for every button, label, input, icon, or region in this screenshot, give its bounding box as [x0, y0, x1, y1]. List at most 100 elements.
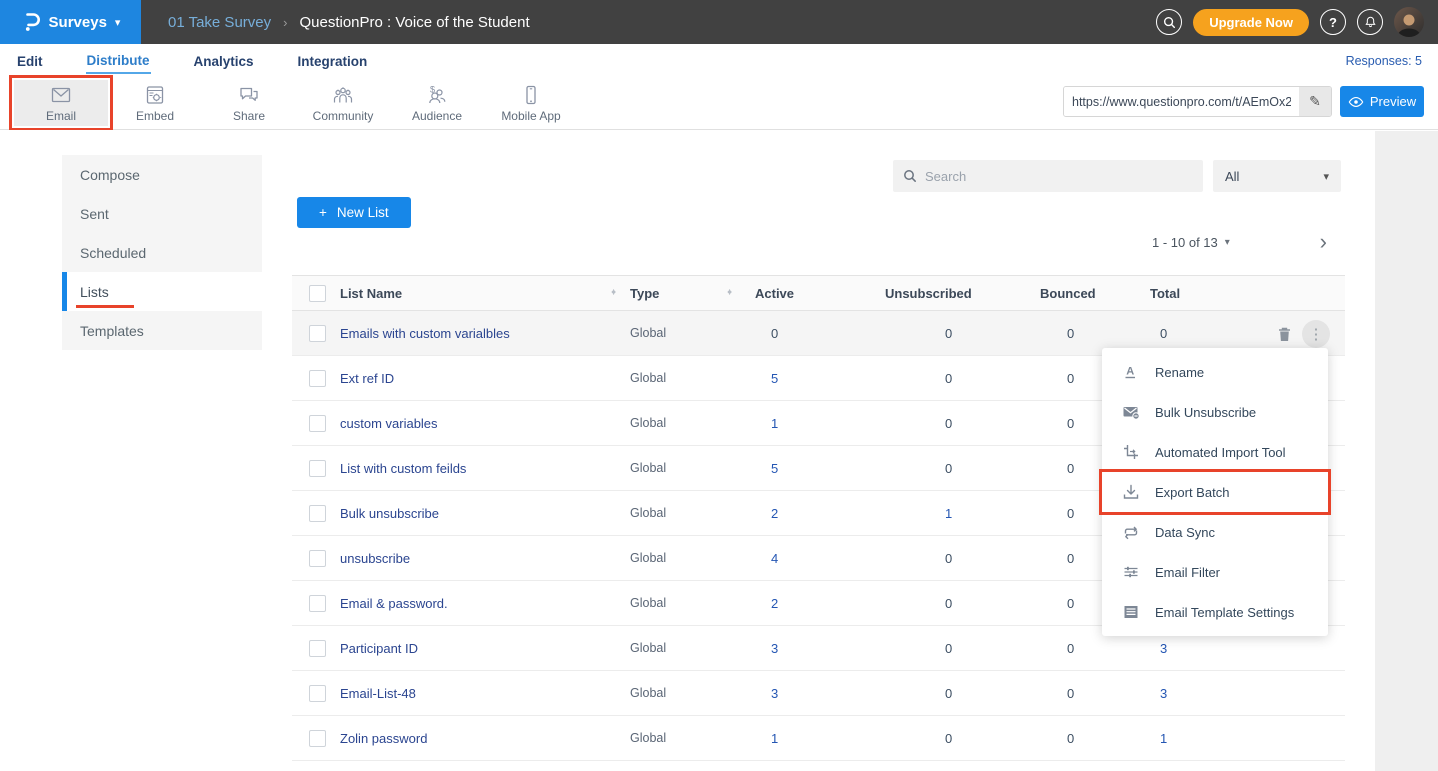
unsubscribed-count[interactable]: 0: [877, 461, 1032, 476]
list-type: Global: [627, 506, 747, 520]
list-name-link[interactable]: unsubscribe: [340, 551, 627, 566]
breadcrumb-separator-icon: ›: [283, 15, 287, 30]
unsubscribed-count[interactable]: 0: [877, 596, 1032, 611]
active-count[interactable]: 1: [747, 731, 877, 746]
toolbar-item-audience[interactable]: $ Audience: [390, 80, 484, 126]
list-name-link[interactable]: Participant ID: [340, 641, 627, 656]
menu-item-email-template-settings[interactable]: Email Template Settings: [1102, 592, 1328, 632]
unsubscribed-count[interactable]: 0: [877, 731, 1032, 746]
bounced-count[interactable]: 0: [1032, 326, 1142, 341]
unsubscribed-count[interactable]: 0: [877, 641, 1032, 656]
total-count[interactable]: 3: [1142, 686, 1345, 701]
menu-item-email-filter[interactable]: Email Filter: [1102, 552, 1328, 592]
row-menu-button[interactable]: ⋮: [1302, 320, 1330, 348]
list-name-link[interactable]: Email & password.: [340, 596, 627, 611]
row-checkbox[interactable]: [309, 370, 326, 387]
sidebar-item-label: Lists: [80, 284, 109, 300]
menu-item-automated-import-tool[interactable]: Automated Import Tool: [1102, 432, 1328, 472]
active-count[interactable]: 5: [747, 461, 877, 476]
notifications-button[interactable]: [1357, 9, 1383, 35]
active-count[interactable]: 4: [747, 551, 877, 566]
tab-analytics[interactable]: Analytics: [193, 49, 255, 73]
toolbar-item-community[interactable]: Community: [296, 80, 390, 126]
row-checkbox[interactable]: [309, 595, 326, 612]
active-count[interactable]: 1: [747, 416, 877, 431]
toolbar-item-email[interactable]: Email: [14, 80, 108, 126]
menu-item-bulk-unsubscribe[interactable]: Bulk Unsubscribe: [1102, 392, 1328, 432]
list-filter-dropdown[interactable]: All ▾: [1213, 160, 1341, 192]
questionpro-logo-icon: [21, 11, 41, 33]
toolbar-item-embed[interactable]: Embed: [108, 80, 202, 126]
row-checkbox[interactable]: [309, 550, 326, 567]
search-input[interactable]: [925, 169, 1193, 184]
unsubscribed-count[interactable]: 0: [877, 326, 1032, 341]
menu-item-data-sync[interactable]: Data Sync: [1102, 512, 1328, 552]
sidebar-item-templates[interactable]: Templates: [62, 311, 262, 350]
list-name-link[interactable]: Emails with custom varialbles: [340, 326, 627, 341]
breadcrumb-survey-link[interactable]: 01 Take Survey: [168, 14, 271, 31]
active-count[interactable]: 3: [747, 641, 877, 656]
total-count[interactable]: 1: [1142, 731, 1345, 746]
survey-url-input[interactable]: [1064, 87, 1299, 116]
upgrade-now-button[interactable]: Upgrade Now: [1193, 9, 1309, 36]
row-checkbox[interactable]: [309, 415, 326, 432]
delete-list-button[interactable]: [1273, 323, 1295, 345]
unsubscribed-count[interactable]: 0: [877, 416, 1032, 431]
select-all-checkbox[interactable]: [309, 285, 326, 302]
row-checkbox[interactable]: [309, 685, 326, 702]
row-checkbox[interactable]: [309, 325, 326, 342]
menu-item-label: Email Filter: [1155, 565, 1220, 580]
toolbar-item-mobile-app[interactable]: Mobile App: [484, 80, 578, 126]
user-avatar[interactable]: [1394, 7, 1424, 37]
bounced-count[interactable]: 0: [1032, 686, 1142, 701]
help-button[interactable]: ?: [1320, 9, 1346, 35]
active-count[interactable]: 0: [747, 326, 877, 341]
active-count[interactable]: 2: [747, 596, 877, 611]
unsubscribed-count[interactable]: 1: [877, 506, 1032, 521]
sidebar-item-label: Sent: [80, 206, 109, 222]
sidebar-item-label: Scheduled: [80, 245, 146, 261]
column-header-list-name[interactable]: List Name ▲▼: [340, 286, 627, 301]
new-list-button[interactable]: + New List: [297, 197, 411, 228]
list-name-link[interactable]: List with custom feilds: [340, 461, 627, 476]
menu-item-rename[interactable]: A Rename: [1102, 352, 1328, 392]
surveys-menu-button[interactable]: Surveys ▾: [0, 0, 141, 44]
sidebar-item-compose[interactable]: Compose: [62, 155, 262, 194]
list-name-link[interactable]: custom variables: [340, 416, 627, 431]
sidebar-item-scheduled[interactable]: Scheduled: [62, 233, 262, 272]
row-checkbox[interactable]: [309, 640, 326, 657]
column-header-type[interactable]: Type ▲▼: [627, 286, 747, 301]
unsubscribed-count[interactable]: 0: [877, 371, 1032, 386]
row-checkbox[interactable]: [309, 460, 326, 477]
toolbar-item-share[interactable]: Share: [202, 80, 296, 126]
active-count[interactable]: 5: [747, 371, 877, 386]
table-row[interactable]: Email-List-48 Global 3 0 0 3 ⋮: [292, 671, 1345, 716]
page-range-dropdown[interactable]: 1 - 10 of 13 ▾: [1152, 235, 1230, 250]
next-page-button[interactable]: ›: [1320, 231, 1345, 253]
tab-integration[interactable]: Integration: [297, 49, 369, 73]
edit-url-button[interactable]: ✎: [1299, 87, 1331, 116]
menu-item-export-batch[interactable]: Export Batch: [1102, 472, 1328, 512]
row-checkbox[interactable]: [309, 730, 326, 747]
bounced-count[interactable]: 0: [1032, 731, 1142, 746]
tab-distribute[interactable]: Distribute: [86, 48, 151, 74]
unsubscribed-count[interactable]: 0: [877, 551, 1032, 566]
total-count[interactable]: 3: [1142, 641, 1345, 656]
tab-edit[interactable]: Edit: [16, 49, 44, 73]
list-name-link[interactable]: Email-List-48: [340, 686, 627, 701]
list-name-link[interactable]: Zolin password: [340, 731, 627, 746]
list-name-link[interactable]: Bulk unsubscribe: [340, 506, 627, 521]
column-header-bounced: Bounced: [1032, 286, 1142, 301]
search-button[interactable]: [1156, 9, 1182, 35]
unsubscribed-count[interactable]: 0: [877, 686, 1032, 701]
table-row[interactable]: Zolin password Global 1 0 0 1 ⋮: [292, 716, 1345, 761]
list-type: Global: [627, 461, 747, 475]
sidebar-item-sent[interactable]: Sent: [62, 194, 262, 233]
bounced-count[interactable]: 0: [1032, 641, 1142, 656]
list-name-link[interactable]: Ext ref ID: [340, 371, 627, 386]
active-count[interactable]: 2: [747, 506, 877, 521]
active-count[interactable]: 3: [747, 686, 877, 701]
sidebar-item-lists[interactable]: Lists: [62, 272, 262, 311]
row-checkbox[interactable]: [309, 505, 326, 522]
preview-button[interactable]: Preview: [1340, 86, 1424, 117]
